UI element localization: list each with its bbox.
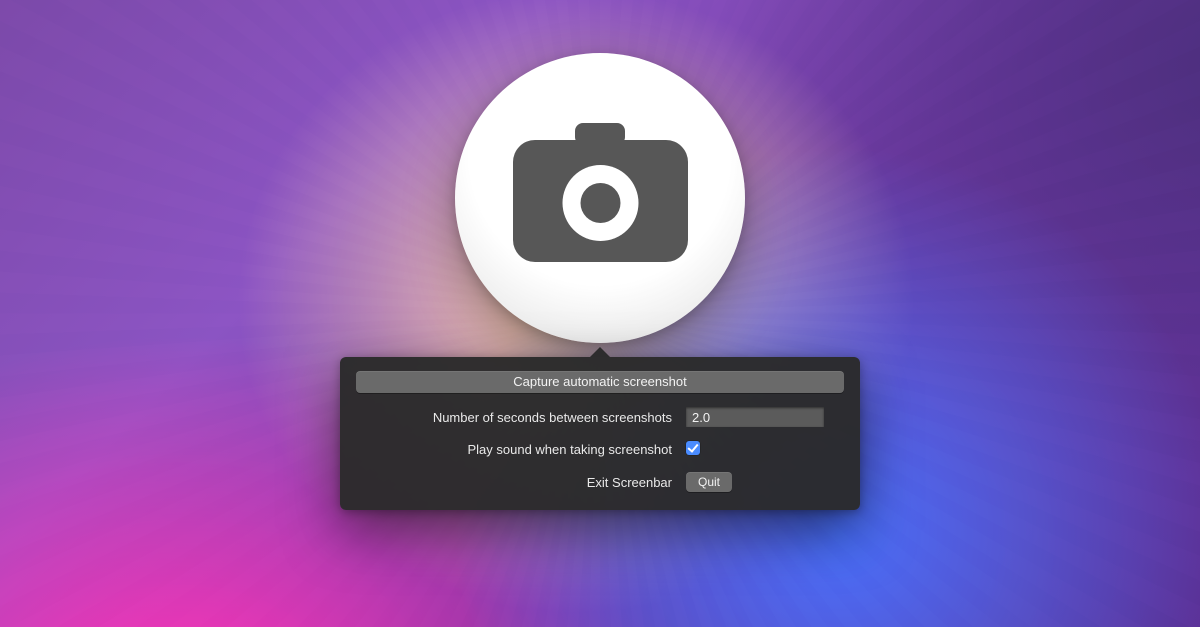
- exit-label: Exit Screenbar: [356, 475, 686, 490]
- capture-screenshot-button[interactable]: Capture automatic screenshot: [356, 371, 844, 393]
- play-sound-checkbox[interactable]: [686, 441, 700, 455]
- settings-popover: Capture automatic screenshot Number of s…: [340, 357, 860, 510]
- app-icon-circle: [455, 53, 745, 343]
- sound-label: Play sound when taking screenshot: [356, 442, 686, 457]
- sound-row: Play sound when taking screenshot: [356, 441, 844, 458]
- exit-row: Exit Screenbar Quit: [356, 472, 844, 492]
- interval-row: Number of seconds between screenshots: [356, 407, 844, 427]
- camera-icon: [513, 123, 688, 273]
- interval-input[interactable]: [686, 407, 824, 427]
- quit-button[interactable]: Quit: [686, 472, 732, 492]
- interval-label: Number of seconds between screenshots: [356, 410, 686, 425]
